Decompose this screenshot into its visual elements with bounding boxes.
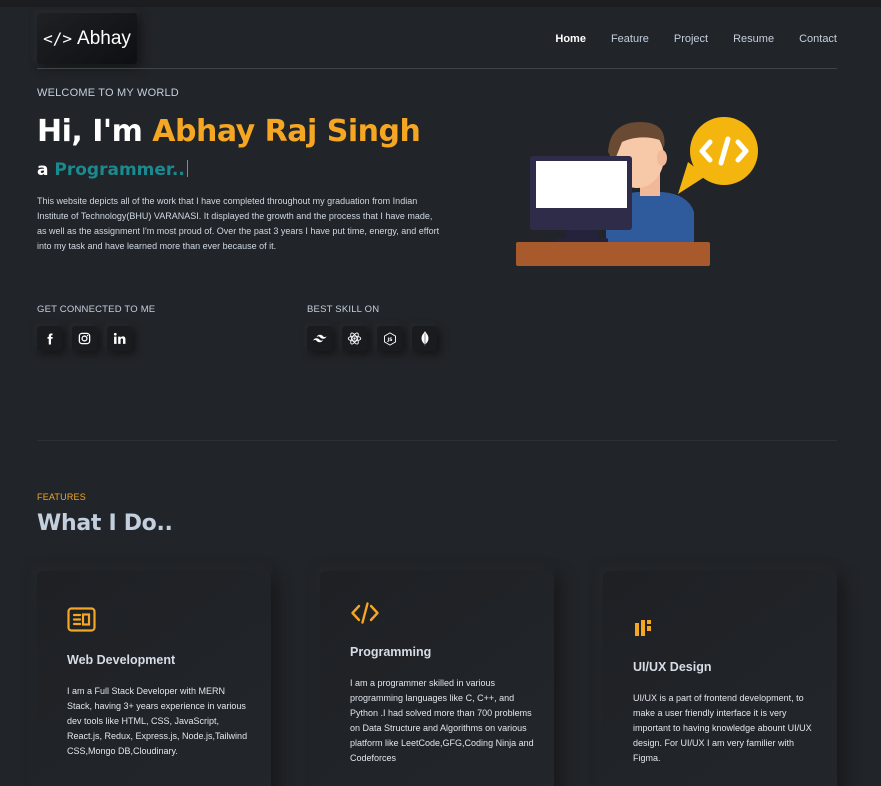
code-icon: [351, 602, 379, 624]
tailwind-button[interactable]: [307, 326, 332, 351]
instagram-icon: [78, 332, 91, 345]
feature-card-ui-ux-design[interactable]: UI/UX Design UI/UX is a part of frontend…: [603, 571, 837, 786]
main-nav: Home Feature Project Resume Contact: [555, 33, 837, 45]
react-icon: [347, 332, 362, 345]
welcome-text: WELCOME TO MY WORLD: [37, 87, 179, 99]
connect-label: GET CONNECTED TO ME: [37, 304, 156, 315]
top-strip: [0, 0, 881, 7]
card-text: I am a programmer skilled in various pro…: [350, 678, 534, 763]
logo-text: Abhay: [77, 27, 131, 49]
feature-card-web-development[interactable]: Web Development I am a Full Stack Develo…: [37, 571, 271, 786]
features-label: FEATURES: [37, 492, 86, 502]
hero-heading: Hi, I'm Abhay Raj Singh: [37, 114, 421, 149]
card-title: Web Development: [67, 653, 176, 667]
nav-contact[interactable]: Contact: [799, 33, 837, 45]
header-divider: [37, 68, 837, 69]
nav-resume[interactable]: Resume: [733, 33, 774, 45]
section-divider: [37, 440, 837, 441]
card-text: UI/UX is a part of frontend development,…: [633, 693, 812, 763]
linkedin-button[interactable]: [107, 326, 132, 351]
features-title: What I Do..: [37, 511, 173, 536]
web-development-icon: [67, 607, 96, 632]
feature-card-programming[interactable]: Programming I am a programmer skilled in…: [320, 571, 554, 786]
nodejs-button[interactable]: JS: [377, 326, 402, 351]
react-button[interactable]: [342, 326, 367, 351]
design-icon: [635, 620, 651, 636]
role-prefix: a: [37, 160, 55, 180]
programmer-illustration: [516, 117, 758, 266]
linkedin-icon: [113, 332, 126, 344]
typing-cursor: [186, 160, 188, 177]
facebook-icon: [47, 333, 53, 344]
hero-name: Abhay Raj Singh: [152, 114, 421, 149]
instagram-button[interactable]: [72, 326, 97, 351]
skills-label: BEST SKILL ON: [307, 304, 380, 315]
nav-project[interactable]: Project: [674, 33, 708, 45]
nav-feature[interactable]: Feature: [611, 33, 649, 45]
card-title: Programming: [350, 645, 432, 659]
card-text: I am a Full Stack Developer with MERN St…: [67, 686, 248, 756]
hero-bio: This website depicts all of the work tha…: [37, 196, 440, 251]
hero-greeting: Hi, I'm: [37, 114, 153, 149]
logo-code-icon: </>: [43, 29, 73, 48]
role-typed: Programmer..: [54, 160, 185, 180]
mongodb-button[interactable]: [412, 326, 437, 351]
social-links: [37, 326, 132, 351]
nav-home[interactable]: Home: [555, 33, 586, 45]
mongodb-icon: [421, 331, 428, 346]
facebook-button[interactable]: [37, 326, 62, 351]
nodejs-icon: JS: [383, 331, 396, 346]
tailwind-icon: [312, 334, 327, 343]
svg-text:JS: JS: [386, 337, 393, 343]
hero-role: a Programmer..: [37, 160, 188, 180]
card-title: UI/UX Design: [633, 660, 712, 674]
skill-icons: JS: [307, 326, 437, 351]
logo[interactable]: </> Abhay: [37, 13, 137, 64]
